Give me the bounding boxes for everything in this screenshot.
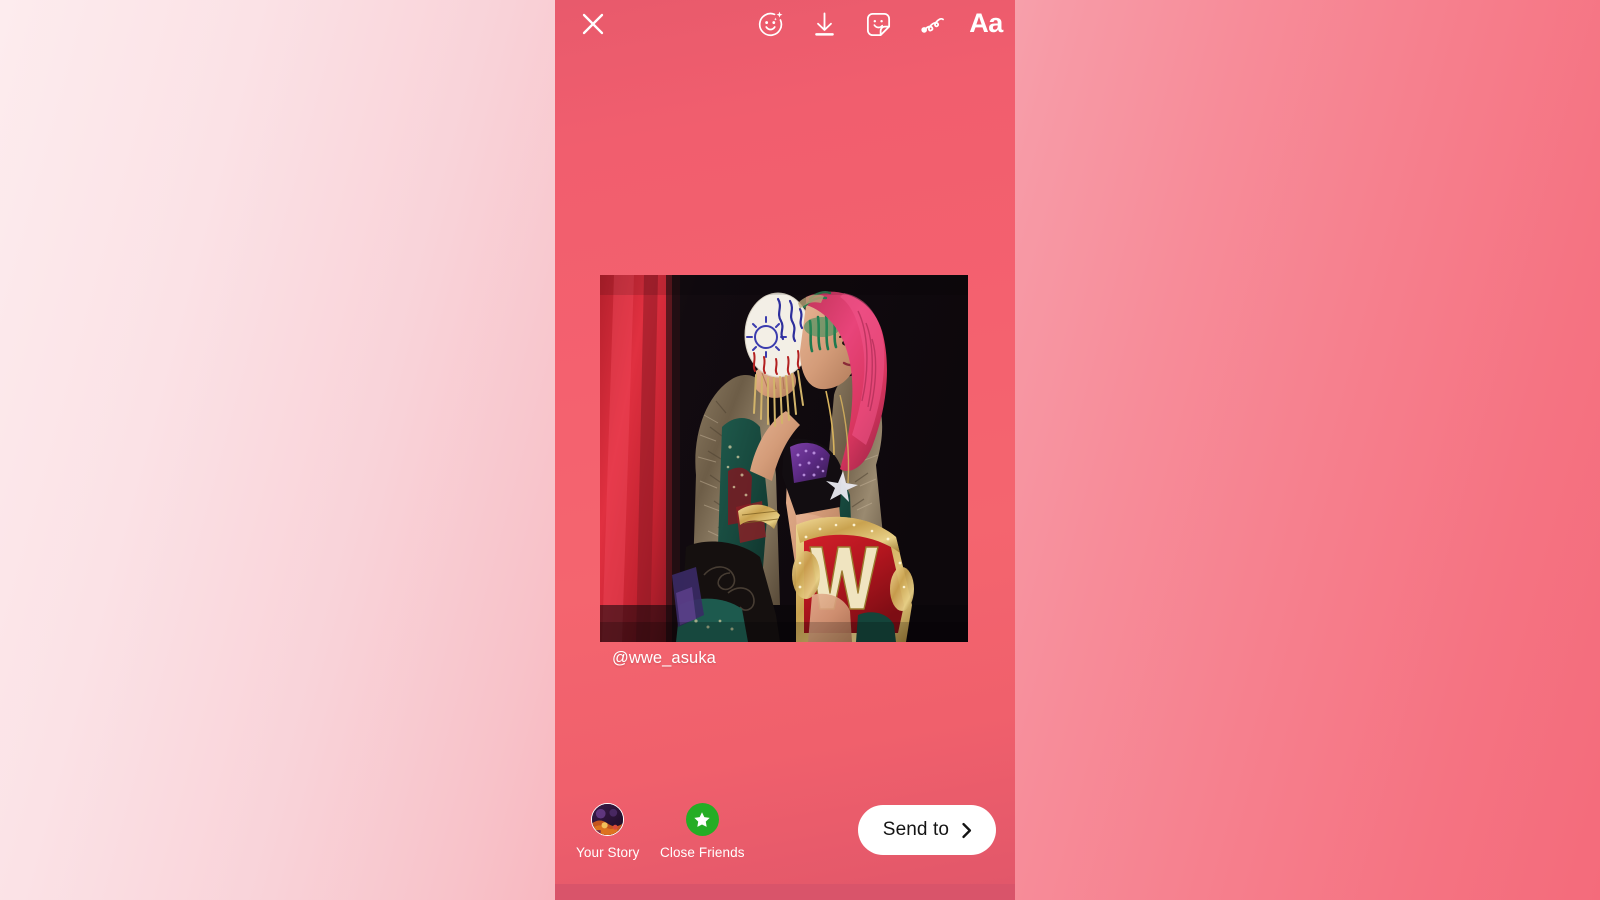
sticker-button[interactable] [858,3,898,45]
green-star-icon [694,811,710,827]
close-friends-badge [685,803,719,836]
tool-group: Aa [750,3,1006,45]
text-button[interactable]: Aa [966,3,1006,45]
text-tool-label: Aa [969,7,1003,38]
squiggle-draw-icon [920,17,944,33]
avatar [591,803,625,836]
media-caption[interactable]: @wwe_asuka [612,649,716,668]
wrestler-photo [600,275,968,642]
destination-close-friends[interactable]: Close Friends [660,803,745,860]
story-bottom-strip [555,884,1015,900]
destination-label: Close Friends [660,845,745,860]
shared-media-card[interactable] [600,275,968,642]
destination-label: Your Story [576,845,640,860]
top-toolbar: Aa [555,0,1015,48]
smiley-sparkle-icon [758,11,782,36]
download-button[interactable] [804,3,844,45]
send-to-label: Send to [882,819,949,840]
effects-button[interactable] [750,3,790,45]
close-button[interactable] [573,4,613,44]
destination-your-story[interactable]: Your Story [576,803,640,860]
download-icon [814,12,834,36]
avatar-image [592,804,624,835]
draw-button[interactable] [912,3,952,45]
bottom-bar: Your Story Close Friends Send to [555,779,1015,884]
story-canvas: Aa @wwe_asuka Your Story Close Friends S… [555,0,1015,884]
send-to-button[interactable]: Send to [857,805,996,855]
chevron-right-icon [962,822,972,838]
close-icon [582,13,604,35]
sticker-icon [866,12,890,36]
